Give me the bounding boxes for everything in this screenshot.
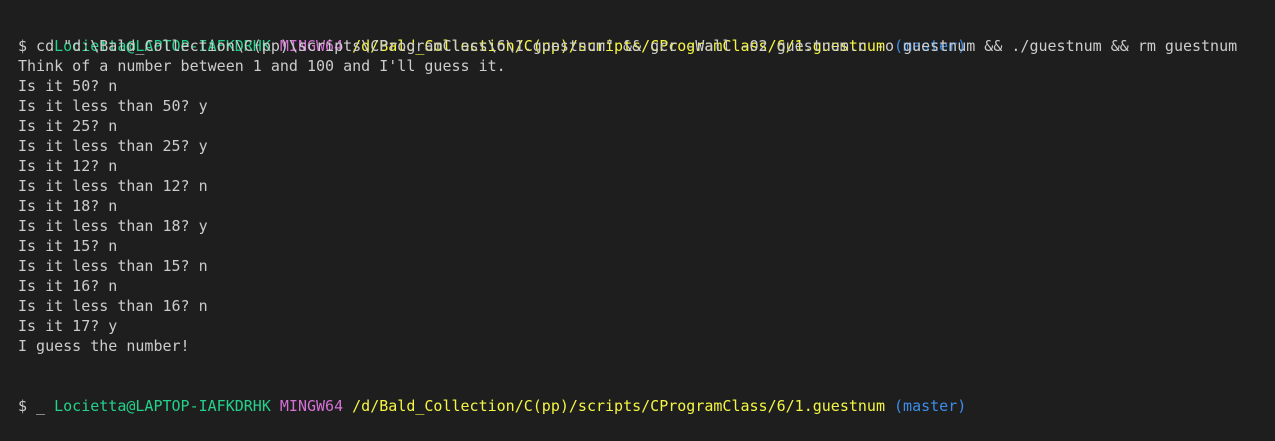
prompt-git-branch: (master) [894,397,967,415]
output-line: Think of a number between 1 and 100 and … [18,57,506,75]
output-line: Is it 18? n [18,197,118,215]
output-line: Is it 25? n [18,117,118,135]
output-line: I guess the number! [18,337,190,355]
output-line: Is it less than 16? n [18,297,208,315]
prompt-header: Locietta@LAPTOP-IAFKDRHK MINGW64 /d/Bald… [18,16,1257,55]
prompt-system: MINGW64 [279,397,344,415]
output-line: Is it 16? n [18,277,118,295]
command-line: $ cd "d:\Bald_Collection\C(pp)\scripts\C… [18,37,1238,55]
terminal-window[interactable]: Locietta@LAPTOP-IAFKDRHK MINGW64 /d/Bald… [0,0,1275,441]
output-line: Is it less than 25? y [18,137,208,155]
output-line: Is it 15? n [18,237,118,255]
output-line: Is it less than 18? y [18,217,208,235]
prompt-header: Locietta@LAPTOP-IAFKDRHK MINGW64 /d/Bald… [18,376,1257,415]
prompt-path: /d/Bald_Collection/C(pp)/scripts/CProgra… [352,397,885,415]
output-line: Is it less than 12? n [18,177,208,195]
output-line: Is it 50? n [18,77,118,95]
output-line: Is it less than 15? n [18,257,208,275]
output-line: Is it 12? n [18,157,118,175]
output-line: Is it less than 50? y [18,97,208,115]
prompt-user-host: Locietta@LAPTOP-IAFKDRHK [54,397,271,415]
output-line: Is it 17? y [18,317,118,335]
